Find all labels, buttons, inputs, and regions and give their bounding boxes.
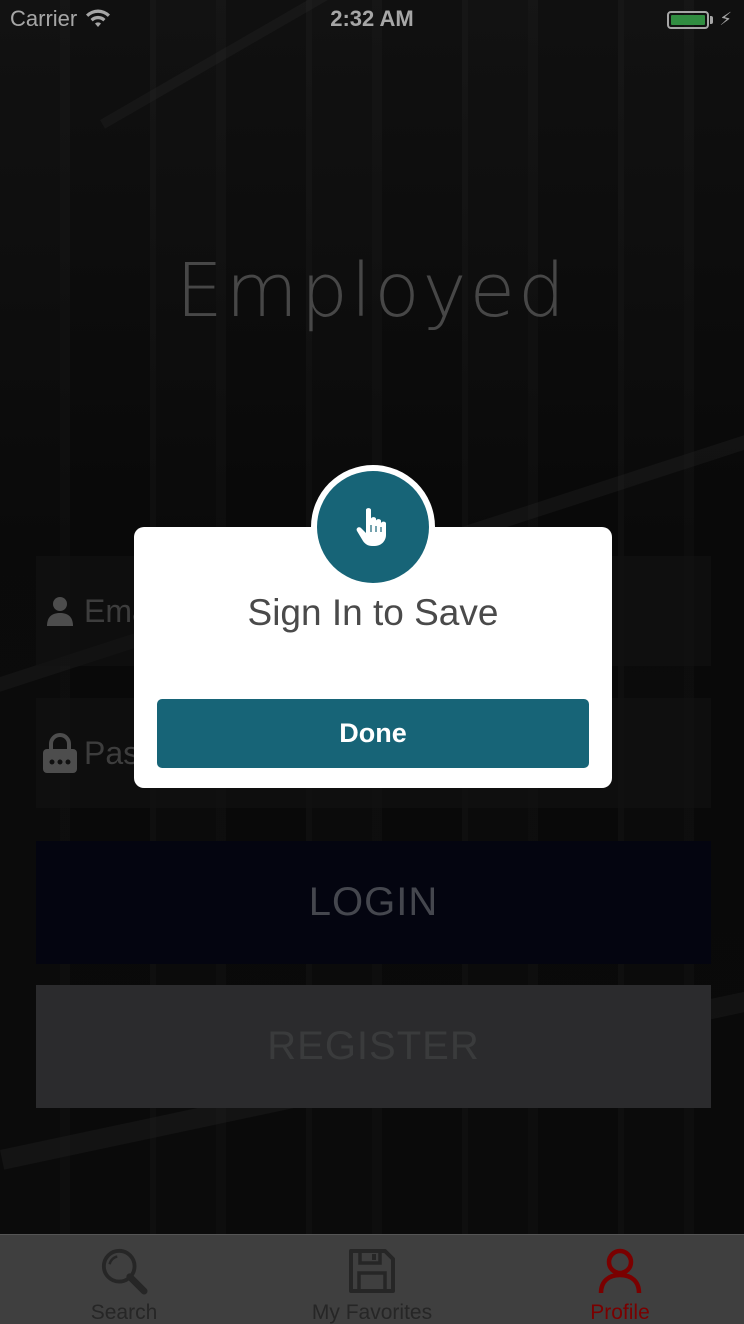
tab-bar: Search My Favorites Profile: [0, 1234, 744, 1324]
modal-icon-badge: [311, 465, 435, 589]
tab-profile-label: Profile: [590, 1301, 650, 1324]
modal-icon-circle: [317, 471, 429, 583]
app-screen: Carrier 2:32 AM ⚡ Employed Email LOGIN R…: [0, 0, 744, 1324]
save-icon: [349, 1249, 395, 1293]
tab-search-label: Search: [90, 1301, 158, 1324]
tab-my-favorites-label: My Favorites: [311, 1301, 433, 1324]
tab-profile[interactable]: Profile: [496, 1235, 744, 1324]
search-icon: [101, 1248, 148, 1295]
tab-search[interactable]: Search: [0, 1235, 248, 1324]
pointer-hand-icon: [356, 508, 386, 546]
user-icon: [598, 1248, 642, 1294]
tab-my-favorites[interactable]: My Favorites: [248, 1235, 496, 1324]
done-button[interactable]: Done: [157, 699, 589, 768]
modal-title: Sign In to Save: [247, 592, 499, 633]
